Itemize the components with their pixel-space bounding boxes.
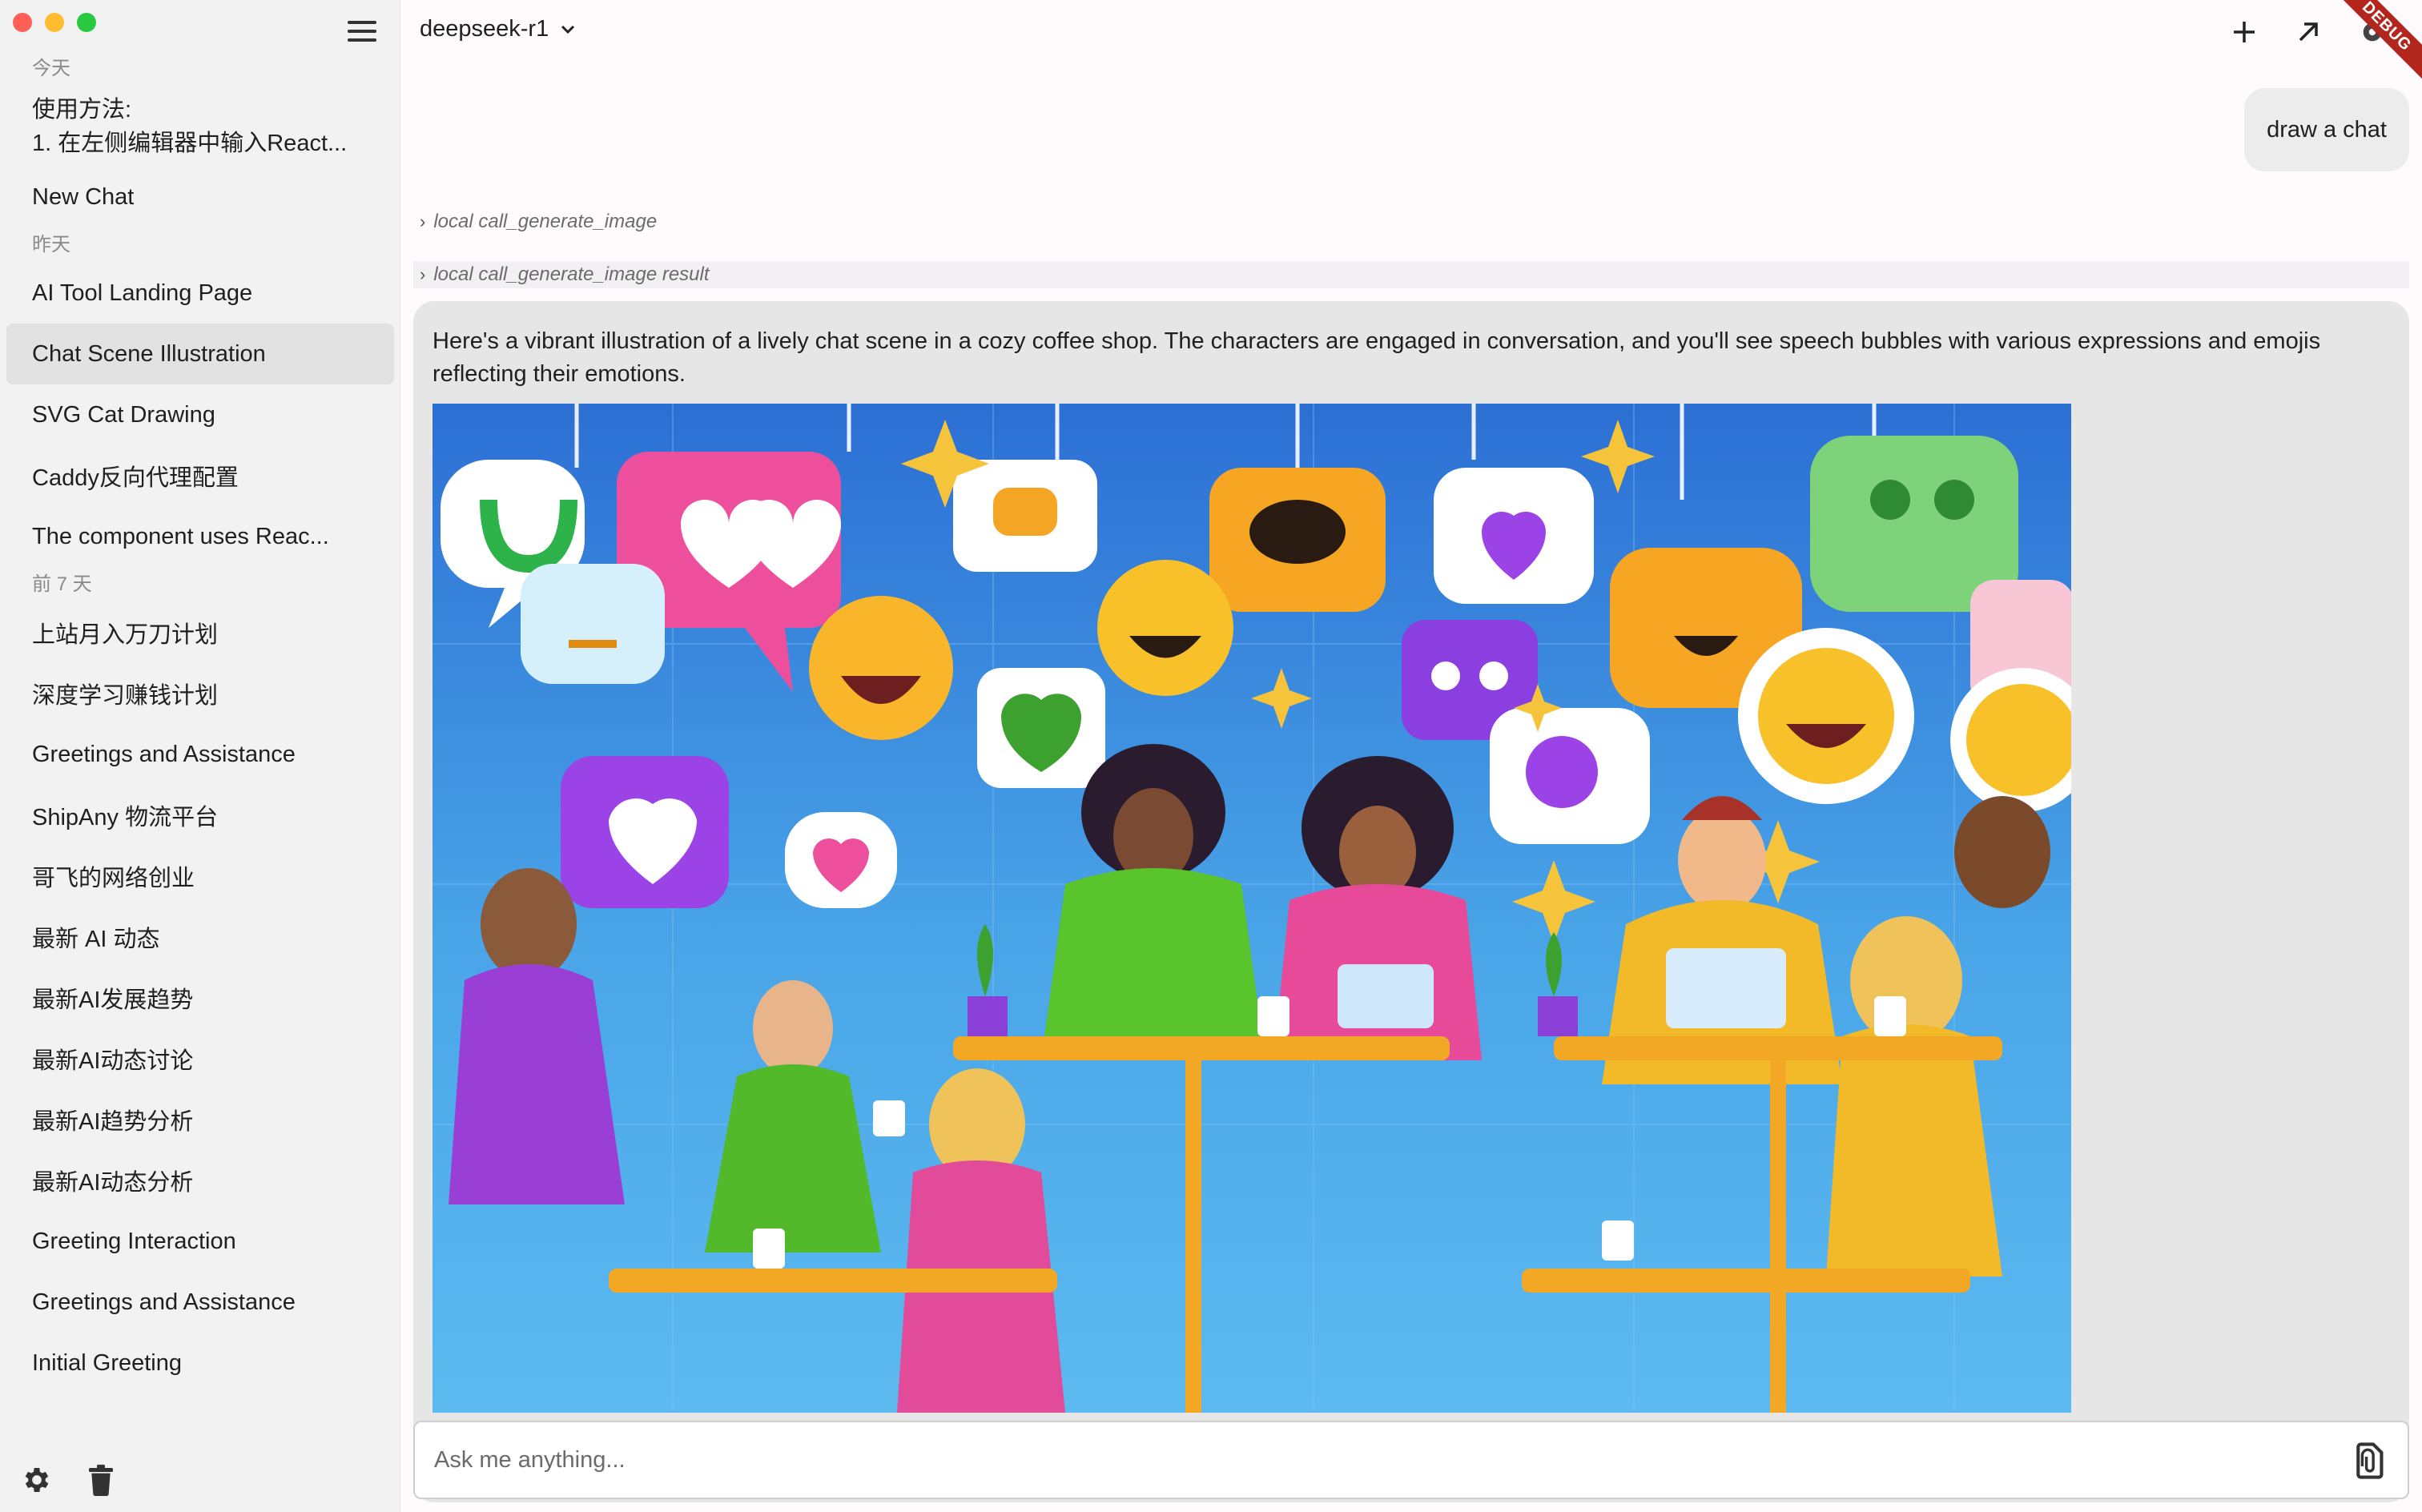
chat-item[interactable]: 哥飞的网络创业: [6, 846, 394, 907]
chat-item[interactable]: 最新AI动态讨论: [6, 1028, 394, 1089]
group-label-today: 今天: [32, 58, 70, 79]
sidebar: 今天 使用方法: 1. 在左侧编辑器中输入React... New Chat 昨…: [0, 0, 400, 1512]
trash-icon[interactable]: [83, 1462, 119, 1498]
chat-item[interactable]: Greetings and Assistance: [6, 724, 394, 785]
chat-item[interactable]: SVG Cat Drawing: [6, 384, 394, 445]
user-message-bubble: draw a chat: [2244, 88, 2409, 171]
chat-item-label: Greeting Interaction: [32, 1228, 236, 1254]
chevron-right-icon: ›: [420, 264, 426, 284]
chat-item[interactable]: Greeting Interaction: [6, 1211, 394, 1272]
chat-item-label: ShipAny 物流平台: [32, 805, 219, 830]
chat-item-label: 最新AI趋势分析: [32, 1109, 194, 1135]
chat-item[interactable]: Greetings and Assistance: [6, 1272, 394, 1333]
maximize-window-button[interactable]: [77, 13, 96, 32]
window-controls: [13, 13, 96, 32]
group-label-yesterday: 昨天: [32, 234, 70, 255]
chat-item[interactable]: 深度学习赚钱计划: [6, 663, 394, 724]
tool-call-row[interactable]: › local call_generate_image: [413, 208, 2409, 235]
top-bar: deepseek-r1 DEBUG: [400, 0, 2422, 92]
group-label-last-7-days: 前 7 天: [32, 573, 92, 595]
chat-item-label: 最新AI发展趋势: [32, 987, 194, 1013]
chat-item-label: 上站月入万刀计划: [32, 622, 219, 648]
chat-item[interactable]: New Chat: [6, 167, 394, 227]
chat-item[interactable]: ShipAny 物流平台: [6, 785, 394, 846]
chat-item-label: 使用方法:: [32, 97, 132, 123]
main-panel: deepseek-r1 DEBUG draw a chat › local ca…: [400, 0, 2422, 1512]
chat-input[interactable]: [434, 1422, 2340, 1498]
chat-item-label: 最新AI动态讨论: [32, 1048, 194, 1074]
chat-item-label: 最新 AI 动态: [32, 927, 160, 952]
chat-item-label: AI Tool Landing Page: [32, 279, 253, 306]
hamburger-menu-icon[interactable]: [346, 18, 378, 45]
chat-item-label: 深度学习赚钱计划: [32, 683, 219, 709]
chat-item-label: Caddy反向代理配置: [32, 465, 239, 491]
model-selector[interactable]: deepseek-r1: [420, 16, 576, 42]
assistant-message-text: Here's a vibrant illustration of a livel…: [432, 328, 2321, 387]
minimize-window-button[interactable]: [45, 13, 64, 32]
tool-call-label: local call_generate_image: [433, 211, 658, 232]
attach-file-icon[interactable]: [2352, 1442, 2387, 1480]
chevron-down-icon: [561, 25, 575, 34]
gear-icon[interactable]: [19, 1462, 54, 1498]
generated-chat-illustration[interactable]: [432, 404, 2071, 1413]
chat-item-label: Chat Scene Illustration: [32, 340, 266, 367]
chat-item[interactable]: 使用方法: 1. 在左侧编辑器中输入React...: [6, 86, 394, 167]
arrow-up-right-icon[interactable]: [2291, 14, 2326, 50]
chat-history-list: 今天 使用方法: 1. 在左侧编辑器中输入React... New Chat 昨…: [0, 51, 400, 1445]
chat-item-label: Greetings and Assistance: [32, 1289, 296, 1315]
sidebar-footer: [19, 1462, 119, 1498]
assistant-message: Here's a vibrant illustration of a livel…: [413, 301, 2409, 1502]
chat-input-bar: [413, 1421, 2409, 1499]
model-name: deepseek-r1: [420, 16, 549, 42]
chat-item[interactable]: AI Tool Landing Page: [6, 263, 394, 324]
close-window-button[interactable]: [13, 13, 32, 32]
chat-item-active[interactable]: Chat Scene Illustration: [6, 324, 394, 384]
chat-item-label: SVG Cat Drawing: [32, 401, 215, 428]
chat-item-label: Initial Greeting: [32, 1349, 182, 1376]
chat-item-label: New Chat: [32, 183, 135, 210]
chat-item[interactable]: Initial Greeting: [6, 1333, 394, 1393]
chat-item-label-line2: 1. 在左侧编辑器中输入React...: [32, 131, 348, 156]
chat-item-label: 哥飞的网络创业: [32, 866, 195, 891]
chat-item[interactable]: 最新AI趋势分析: [6, 1089, 394, 1150]
chat-item[interactable]: Caddy反向代理配置: [6, 445, 394, 506]
tool-result-label: local call_generate_image result: [433, 263, 710, 285]
chat-item[interactable]: The component uses Reac...: [6, 506, 394, 567]
chat-item-label: The component uses Reac...: [32, 523, 329, 549]
chat-item[interactable]: 最新AI动态分析: [6, 1150, 394, 1211]
plus-icon[interactable]: [2227, 14, 2262, 50]
tool-result-row[interactable]: › local call_generate_image result: [413, 261, 2409, 288]
chevron-right-icon: ›: [420, 211, 426, 231]
chat-item-label: 最新AI动态分析: [32, 1170, 194, 1196]
chat-item-label: Greetings and Assistance: [32, 741, 296, 767]
chat-item[interactable]: 最新 AI 动态: [6, 907, 394, 967]
chat-item[interactable]: 上站月入万刀计划: [6, 602, 394, 663]
chat-item[interactable]: 最新AI发展趋势: [6, 967, 394, 1028]
